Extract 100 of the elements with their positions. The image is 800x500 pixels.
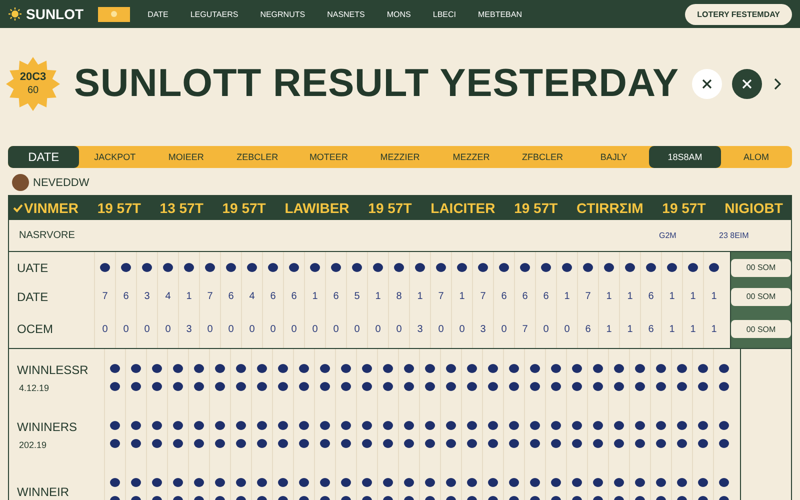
tab[interactable]: DATE <box>8 146 80 168</box>
result-dot <box>551 421 561 430</box>
result-dot <box>709 263 719 272</box>
result-dot <box>572 364 582 373</box>
result-dot <box>362 478 372 487</box>
result-dot <box>226 263 236 272</box>
result-dot <box>572 382 582 391</box>
result-digit: 1 <box>417 291 423 302</box>
result-dot <box>604 263 614 272</box>
result-dot <box>100 263 110 272</box>
result-digit: 1 <box>627 324 633 334</box>
result-dot <box>404 439 414 448</box>
section-label: NEVEDDW <box>33 176 90 188</box>
result-dot <box>593 478 603 487</box>
nav-link[interactable]: LBECI <box>428 10 460 18</box>
tab[interactable]: MEZZER <box>436 146 507 168</box>
nav-link[interactable]: NEGRNUTS <box>256 10 310 18</box>
result-digit: 0 <box>228 324 234 334</box>
row-label: WINNLESSR <box>17 362 90 376</box>
nav-link[interactable]: LEGUTAERS <box>186 10 242 18</box>
chevron-right-icon[interactable] <box>772 77 782 91</box>
result-dot <box>152 421 162 430</box>
result-dot <box>425 478 435 487</box>
nav-link[interactable]: MEBTEBAN <box>474 10 526 18</box>
result-dot <box>719 364 729 373</box>
tab[interactable]: MEZZIER <box>364 146 436 168</box>
nav-link[interactable]: MONS <box>382 10 415 18</box>
nav-link[interactable]: DATE <box>144 10 172 18</box>
nav-link[interactable]: NASNETS <box>323 10 369 18</box>
close-button[interactable] <box>732 69 762 99</box>
result-dot <box>131 382 141 391</box>
lottery-button[interactable]: LOTERY FESTEMDAY <box>685 4 792 24</box>
result-digit: 7 <box>480 291 486 302</box>
result-dot <box>635 364 645 373</box>
result-dot <box>719 421 729 430</box>
result-dot <box>331 263 341 272</box>
column-header: 19 57T <box>662 200 706 216</box>
result-dot <box>614 364 624 373</box>
tab[interactable]: ZFBCLER <box>506 146 578 168</box>
result-dot <box>362 439 372 448</box>
result-dot <box>478 263 488 272</box>
tab[interactable]: MOTEER <box>293 146 364 168</box>
som-button[interactable]: 00 SOM <box>731 320 791 338</box>
som-button[interactable]: 00 SOM <box>731 288 791 306</box>
tab[interactable]: 18S8AM <box>649 146 721 168</box>
result-digit: 1 <box>186 291 192 302</box>
result-digit: 7 <box>585 291 591 302</box>
logo-text: SUNLOT <box>26 6 84 22</box>
result-dot <box>184 263 194 272</box>
som-button[interactable]: 00 SOM <box>731 258 791 276</box>
result-dot <box>152 478 162 487</box>
result-dot <box>614 421 624 430</box>
result-dot <box>152 364 162 373</box>
result-digit: 1 <box>459 291 465 302</box>
result-dot <box>110 382 120 391</box>
tab[interactable]: MOIEER <box>150 146 222 168</box>
result-digit: 6 <box>291 291 297 302</box>
result-dot <box>236 364 246 373</box>
result-dot <box>698 478 708 487</box>
result-dot <box>383 421 393 430</box>
row-label: WININERS <box>17 420 78 434</box>
result-dot <box>635 382 645 391</box>
tab[interactable]: BAJLY <box>578 146 650 168</box>
result-digit: 1 <box>606 291 612 302</box>
result-dot <box>656 478 666 487</box>
result-dot <box>688 263 698 272</box>
result-dot <box>247 263 257 272</box>
result-dot <box>425 439 435 448</box>
result-digit: 1 <box>312 291 318 302</box>
result-digit: 6 <box>501 291 507 302</box>
result-dot <box>404 382 414 391</box>
tab[interactable]: JACKPOT <box>79 146 151 168</box>
result-digit: 0 <box>396 324 402 334</box>
tab[interactable]: ZEBCLER <box>222 146 294 168</box>
result-digit: 6 <box>123 291 129 302</box>
result-dot <box>383 439 393 448</box>
result-dot <box>257 382 267 391</box>
result-dot <box>404 421 414 430</box>
result-dot <box>205 263 215 272</box>
result-dot <box>509 478 519 487</box>
result-dot <box>121 263 131 272</box>
result-dot <box>215 382 225 391</box>
result-dot <box>320 439 330 448</box>
result-dot <box>341 382 351 391</box>
result-dot <box>320 364 330 373</box>
result-dot <box>236 478 246 487</box>
result-dot <box>593 439 603 448</box>
result-dot <box>194 364 204 373</box>
result-dot <box>404 364 414 373</box>
result-digit: 0 <box>375 324 381 334</box>
result-digit: 0 <box>291 324 297 334</box>
result-dot <box>488 421 498 430</box>
result-dot <box>425 421 435 430</box>
tab[interactable]: ALOM <box>720 146 792 168</box>
result-dot <box>194 382 204 391</box>
result-dot <box>173 364 183 373</box>
close-button[interactable] <box>692 69 722 99</box>
row-label: OCEM <box>17 322 54 336</box>
row-label: UATE <box>17 260 50 274</box>
result-dot <box>719 382 729 391</box>
